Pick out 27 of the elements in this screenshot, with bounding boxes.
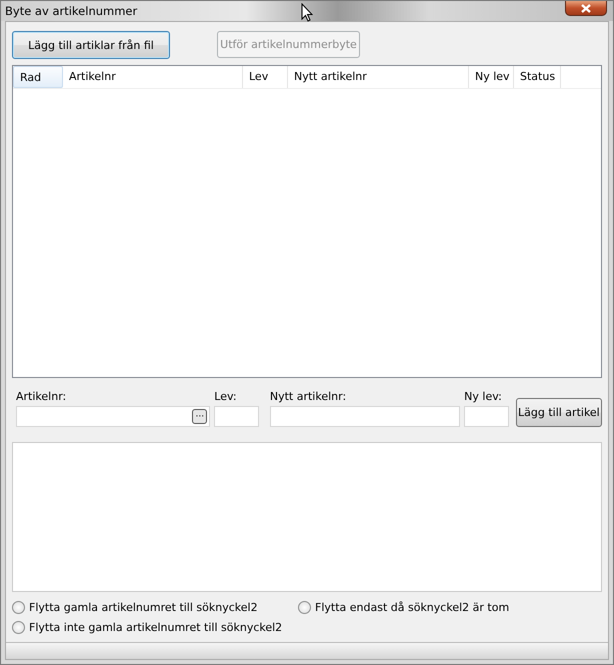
browse-button[interactable]: ··· [192,409,208,424]
close-button[interactable] [565,1,607,16]
option-label[interactable]: Flytta inte gamla artikelnumret till söknyckel2 [29,621,282,634]
option-label[interactable]: Flytta gamla artikelnumret till söknyckel2 [29,601,258,614]
input-field[interactable] [270,406,460,427]
radio-button[interactable] [298,601,311,614]
field-label: Nytt artikelnr: [270,390,348,405]
cursor-icon [301,3,313,22]
input-field[interactable] [214,406,259,427]
field-label: Ny lev: [464,390,503,405]
option-label[interactable]: Flytta endast då söknyckel2 är tom [315,601,510,614]
close-icon [581,4,591,12]
window-title: Byte av artikelnummer [4,3,138,18]
toolbar-button[interactable]: Lägg till artiklar från fil [12,31,170,59]
column-header[interactable]: Artikelnr [63,66,243,88]
column-header[interactable]: Rad [13,66,63,88]
column-header[interactable]: Ny lev [469,66,514,88]
field-label: Lev: [214,390,238,405]
input-field[interactable]: ··· [16,406,210,427]
column-header[interactable]: Nytt artikelnr [288,66,469,88]
column-header[interactable]: Status [514,66,561,88]
add-article-button[interactable]: Lägg till artikel [516,398,602,427]
input-field[interactable] [464,406,509,427]
radio-button[interactable] [12,601,25,614]
column-header[interactable]: Lev [243,66,288,88]
field-label: Artikelnr: [16,390,68,405]
radio-button[interactable] [12,621,25,634]
